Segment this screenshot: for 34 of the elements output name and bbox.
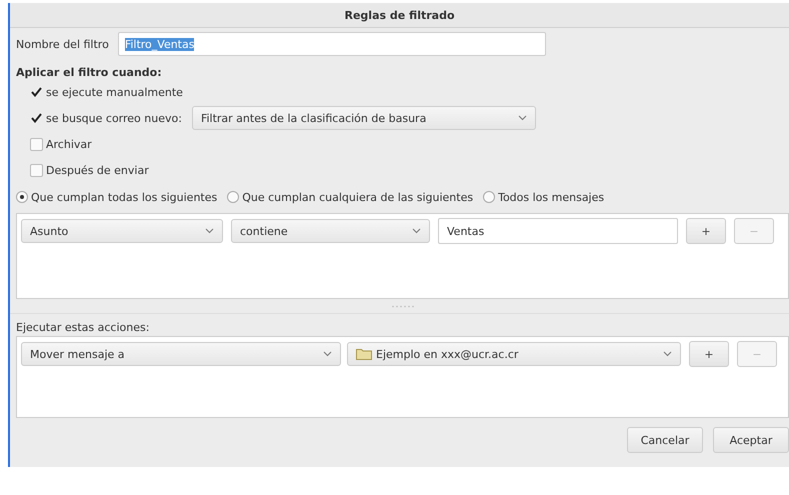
- operator-dropdown[interactable]: contiene: [231, 219, 430, 243]
- chevron-icon: [205, 228, 214, 234]
- value-field[interactable]: Ventas: [438, 218, 678, 244]
- checkmark-icon[interactable]: [30, 86, 43, 98]
- checkbox-label[interactable]: se busque correo nuevo:: [46, 112, 182, 124]
- radio-label[interactable]: Que cumplan cualquiera de las siguientes: [242, 190, 474, 204]
- field-dropdown[interactable]: Asunto: [21, 219, 223, 243]
- actions-heading: Ejecutar estas acciones:: [16, 320, 150, 334]
- checkbox[interactable]: [30, 138, 43, 150]
- folder-dropdown[interactable]: Ejemplo en xxx@ucr.ac.cr: [347, 342, 681, 366]
- action-dropdown[interactable]: Mover mensaje a: [21, 342, 341, 366]
- radio-button[interactable]: [16, 191, 28, 203]
- checkbox-label[interactable]: Después de enviar: [46, 164, 149, 176]
- chevron-icon: [518, 115, 527, 121]
- radio-button[interactable]: [483, 191, 496, 203]
- cancel-button[interactable]: Cancelar: [627, 427, 703, 453]
- apply-when-heading: Aplicar el filtro cuando:: [16, 66, 163, 79]
- folder-icon: [356, 348, 372, 360]
- radio-button[interactable]: [227, 191, 240, 203]
- chevron-icon: [663, 351, 672, 357]
- checkmark-icon[interactable]: [30, 112, 43, 124]
- checkbox-label[interactable]: se ejecute manualmente: [46, 86, 183, 98]
- chevron-icon: [412, 228, 421, 234]
- add-button[interactable]: +: [686, 218, 726, 244]
- radio-label[interactable]: Que cumplan todas los siguientes: [31, 190, 218, 204]
- filter-name-label: Nombre del filtro: [16, 38, 109, 50]
- add-button[interactable]: +: [689, 341, 729, 367]
- chevron-icon: [323, 351, 332, 357]
- radio-label[interactable]: Todos los mensajes: [498, 190, 604, 204]
- accept-button[interactable]: Aceptar: [713, 427, 789, 453]
- timing-dropdown[interactable]: Filtrar antes de la clasificación de basura: [192, 106, 536, 130]
- checkbox-label[interactable]: Archivar: [46, 138, 92, 150]
- window-title: Reglas de filtrado: [344, 8, 454, 22]
- checkbox[interactable]: [30, 164, 43, 176]
